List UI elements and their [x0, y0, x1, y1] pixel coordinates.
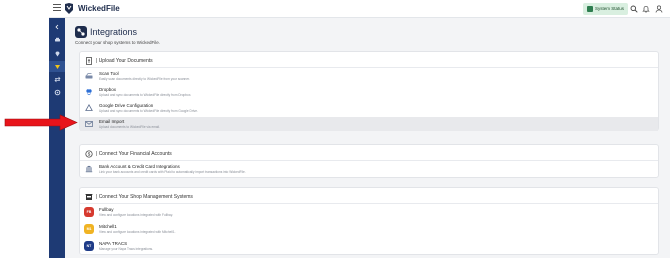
dropbox-icon [86, 89, 92, 96]
integration-bank-accounts[interactable]: Bank Account & Credit Card Integrations … [80, 162, 658, 176]
section-title: | Connect Your Financial Accounts [96, 151, 172, 157]
fullbay-logo-icon: FB [84, 207, 94, 217]
integration-title: Fullbay [99, 207, 114, 212]
integration-description: Easily scan documents directly to Wicked… [99, 77, 190, 81]
location-icon [55, 51, 59, 57]
system-status-label: System Status [595, 6, 625, 11]
email-icon [85, 121, 93, 127]
integration-napa-tracs[interactable]: NT NAPA TRACS Manage your Napa Tracs int… [80, 239, 658, 253]
integration-dropbox[interactable]: Dropbox Upload and sync documents to Wic… [80, 85, 658, 99]
integration-description: Upload documents to WickedFile via email… [99, 125, 160, 129]
integration-title: Email Import [99, 119, 125, 124]
napa-tracs-logo-icon: NT [84, 241, 94, 251]
integration-description: Upload and sync documents to WickedFile … [99, 93, 192, 97]
section-header: | Connect Your Shop Management Systems [85, 192, 193, 202]
integration-title: Dropbox [99, 87, 117, 92]
integration-title: Bank Account & Credit Card Integrations [99, 164, 180, 169]
shop-icon [85, 194, 93, 200]
page-subtitle: Connect your shop systems to WickedFile. [75, 40, 161, 45]
annotation-arrow-icon [4, 114, 78, 131]
section-title: | Upload Your Documents [96, 58, 153, 64]
integration-fullbay[interactable]: FB Fullbay View and configure locations … [80, 205, 658, 219]
integration-title: Mitchell1 [99, 224, 117, 229]
integration-google-drive[interactable]: Google Drive Configuration Upload and sy… [80, 101, 658, 115]
sidebar-item-locations[interactable] [49, 48, 65, 59]
integration-description: Manage your Napa Tracs integrations. [99, 247, 154, 251]
app-window: WickedFile System Status Integrations Co… [0, 0, 670, 258]
gear-icon [54, 89, 60, 96]
wickedfile-logo-icon [65, 3, 73, 14]
integrations-icon [54, 65, 60, 69]
section-financial-accounts: $ | Connect Your Financial Accounts Bank… [79, 144, 659, 178]
integrations-title-icon [75, 26, 87, 38]
menu-icon[interactable] [53, 4, 61, 12]
mitchell1-logo-icon: M1 [84, 224, 94, 234]
integration-description: View and configure locations integrated … [99, 230, 176, 234]
section-header: $ | Connect Your Financial Accounts [85, 149, 172, 159]
brand-name: WickedFile [78, 4, 120, 13]
sidebar-item-transfers[interactable] [49, 74, 65, 85]
section-shop-management: | Connect Your Shop Management Systems F… [79, 187, 659, 255]
car-icon [54, 37, 60, 42]
sidebar-item-settings[interactable] [49, 87, 65, 98]
bank-icon [85, 165, 93, 173]
user-icon[interactable] [655, 5, 663, 13]
section-header: | Upload Your Documents [85, 56, 153, 66]
chevron-left-icon [55, 24, 59, 29]
google-drive-icon [85, 104, 93, 111]
bell-icon[interactable] [642, 5, 650, 13]
status-icon [587, 6, 593, 12]
integration-title: NAPA TRACS [99, 241, 128, 246]
search-icon[interactable] [630, 5, 638, 13]
scanner-icon [85, 73, 93, 79]
system-status-button[interactable]: System Status [583, 3, 628, 15]
integration-description: View and configure locations integrated … [99, 213, 173, 217]
divider [80, 67, 658, 68]
integration-description: Link your bank accounts and credit cards… [99, 170, 246, 174]
sync-dollar-icon: $ [85, 150, 93, 158]
integration-title: Google Drive Configuration [99, 103, 154, 108]
divider [80, 160, 658, 161]
section-upload-documents: | Upload Your Documents Scan Tool Easily… [79, 51, 659, 131]
integration-mitchell1[interactable]: M1 Mitchell1 View and configure location… [80, 222, 658, 236]
transfer-icon [54, 76, 60, 83]
sidebar [49, 18, 65, 258]
sidebar-item-vehicles[interactable] [49, 34, 65, 45]
section-title: | Connect Your Shop Management Systems [96, 194, 193, 200]
top-bar: WickedFile System Status [49, 0, 670, 18]
page-title: Integrations [90, 27, 138, 37]
integration-title: Scan Tool [99, 71, 119, 76]
integration-description: Upload and sync documents to WickedFile … [99, 109, 198, 113]
integration-email-import[interactable]: Email Import Upload documents to WickedF… [80, 117, 658, 131]
sidebar-collapse[interactable] [49, 21, 65, 32]
document-upload-icon [86, 57, 92, 65]
svg-text:$: $ [88, 152, 91, 157]
sidebar-item-integrations[interactable] [49, 61, 65, 72]
integration-scan-tool[interactable]: Scan Tool Easily scan documents directly… [80, 69, 658, 83]
main-content: Integrations Connect your shop systems t… [65, 18, 670, 258]
divider [80, 203, 658, 204]
